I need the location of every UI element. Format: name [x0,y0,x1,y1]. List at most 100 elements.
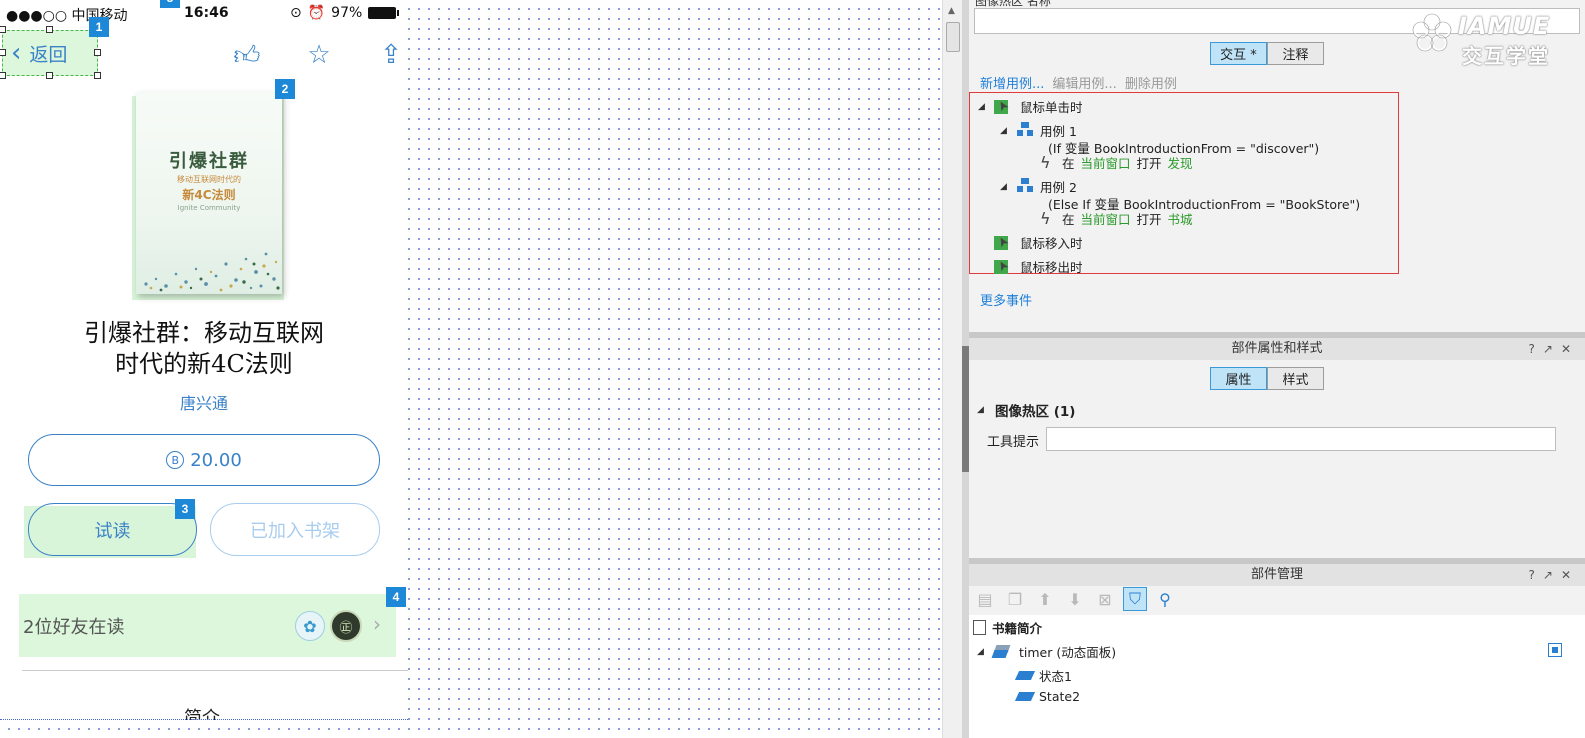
collapse-icon[interactable]: ◢ [1000,126,1010,136]
author-link[interactable]: 唐兴通 [0,390,408,414]
add-case-link[interactable]: 新增用例... [980,73,1044,92]
resize-handle[interactable] [94,49,101,56]
scroll-thumb[interactable] [946,22,960,52]
widget-marker[interactable]: 3 [175,499,195,519]
resize-handle[interactable] [94,72,101,79]
resize-handle[interactable] [0,26,6,33]
event-onmouseenter[interactable]: 鼠标移入时 [994,233,1083,252]
tab-notes[interactable]: 注释 [1267,42,1324,65]
action-prefix: 在 [1062,212,1075,227]
back-button[interactable]: ‹ 返回 [2,30,98,76]
interaction-tabs: 交互 * 注释 [1210,42,1324,65]
battery-icon [368,7,400,19]
resize-handle[interactable] [46,26,53,33]
action-target: 当前窗口 [1080,156,1131,171]
edit-case-link[interactable]: 编辑用例... [1052,73,1116,92]
page-boundary [0,719,408,720]
section-header[interactable]: ◢ 图像热区 (1) [977,400,1075,420]
section-title: 图像热区 (1) [995,404,1076,420]
scroll-up-icon[interactable]: ▲ [948,6,955,16]
delete-case-link[interactable]: 删除用例 [1125,73,1177,92]
copy-icon[interactable]: ❐ [1003,587,1027,611]
widget-marker[interactable]: 1 [89,17,109,37]
dynamic-panel-node[interactable]: ◢ timer (动态面板) [977,642,1116,661]
panel-controls: ?↗✕ [1529,564,1580,586]
popout-icon[interactable]: ↗ [1543,568,1561,582]
splitter-grip[interactable] [962,346,969,472]
cover-subtitle: 新4C法则 [182,188,236,202]
help-icon[interactable]: ? [1529,568,1543,582]
clock-label: 16:46 [184,5,229,21]
star-icon[interactable]: ☆ [304,40,334,71]
widget-marker[interactable]: 5 [160,0,180,8]
resize-handle[interactable] [0,49,6,56]
action-open-link[interactable]: ϟ 在 当前窗口 打开 书城 [1040,209,1193,228]
book-cover[interactable]: 引爆社群 移动互联网时代的 新4C法则 Ignite Community [136,92,282,294]
collapse-icon[interactable]: ◢ [977,647,987,657]
collapse-icon[interactable]: ◢ [978,102,988,112]
move-up-icon[interactable]: ⬆ [1033,587,1057,611]
state-label: State2 [1039,689,1081,704]
event-icon [994,98,1014,116]
coin-icon: B [166,451,185,469]
case-icon [1016,121,1034,140]
collapse-icon[interactable]: ◢ [1000,182,1010,192]
popout-icon[interactable]: ↗ [1543,342,1561,356]
design-canvas[interactable]: ●●●○○ 中国移动 16:46 ⊙ ⏰ 97% ‹ 返回 👍︎ ☆ ⇪ 引爆社… [0,0,942,738]
resize-handle[interactable] [46,72,53,79]
book-title: 引爆社群：移动互联网 时代的新4C法则 [0,318,408,380]
share-icon[interactable]: ⇪ [376,40,406,71]
widget-marker[interactable]: 2 [275,79,295,99]
move-down-icon[interactable]: ⬇ [1063,587,1087,611]
page-icon [973,620,986,635]
panel-splitter[interactable] [962,0,969,738]
added-to-shelf-button[interactable]: 已加入书架 [210,503,380,556]
cover-dots-pattern [144,252,280,292]
state-icon [1014,671,1036,680]
brand-cn: 交互学堂 [1462,44,1550,68]
event-onclick[interactable]: ◢ 鼠标单击时 [978,97,1083,116]
try-read-button[interactable]: 试读 [28,503,197,556]
action-open-link[interactable]: ϟ 在 当前窗口 打开 发现 [1040,153,1193,172]
action-prefix: 在 [1062,156,1075,171]
visibility-toggle[interactable] [1548,643,1562,657]
event-onmouseleave[interactable]: 鼠标移出时 [994,257,1083,276]
lightning-icon: ϟ [1040,209,1051,228]
state-node[interactable]: State2 [1014,689,1081,704]
buy-button[interactable]: B 20.00 [28,434,380,486]
close-icon[interactable]: ✕ [1561,342,1579,356]
friends-reading-row[interactable]: 2位好友在读 ✿ ㊣ › [19,594,396,657]
page-node[interactable]: 书籍简介 [973,618,1042,637]
event-icon [994,234,1014,252]
help-icon[interactable]: ? [1529,342,1543,356]
status-right: ⊙ ⏰ 97% [290,5,400,21]
case-icon [1016,177,1034,196]
state-node[interactable]: 状态1 [1014,666,1072,685]
events-tree: ◢ 鼠标单击时 ◢ 用例 1 (If 变量 BookIntroductionFr… [969,92,1399,276]
status-bar: ●●●○○ 中国移动 16:46 ⊙ ⏰ 97% [0,0,408,30]
widget-tree: 书籍简介 ◢ timer (动态面板) 状态1 State2 [969,615,1585,738]
event-label: 鼠标单击时 [1020,100,1083,115]
tab-properties[interactable]: 属性 [1210,367,1267,390]
action-verb: 打开 [1136,156,1162,171]
friends-label: 2位好友在读 [23,616,125,638]
divider [22,670,408,671]
canvas-scrollbar[interactable]: ▲ [942,0,962,738]
event-label: 鼠标移入时 [1020,236,1083,251]
action-page: 发现 [1167,156,1193,171]
widget-marker[interactable]: 4 [386,587,406,607]
tab-interactions[interactable]: 交互 * [1210,42,1267,65]
close-icon[interactable]: ✕ [1561,568,1579,582]
state-label: 状态1 [1039,669,1072,684]
add-folder-icon[interactable]: ▤ [973,587,997,611]
action-target: 当前窗口 [1080,212,1131,227]
delete-icon[interactable]: ⊠ [1093,587,1117,611]
tab-style[interactable]: 样式 [1267,367,1324,390]
resize-handle[interactable] [0,72,6,79]
filter-icon[interactable]: ⛉ [1123,587,1147,611]
tooltip-input[interactable] [1046,427,1556,451]
more-events-link[interactable]: 更多事件 [980,290,1032,309]
search-icon[interactable]: ⚲ [1153,587,1177,611]
collapse-icon[interactable]: ◢ [977,405,987,415]
thumbs-up-icon[interactable]: 👍︎ [232,40,262,71]
